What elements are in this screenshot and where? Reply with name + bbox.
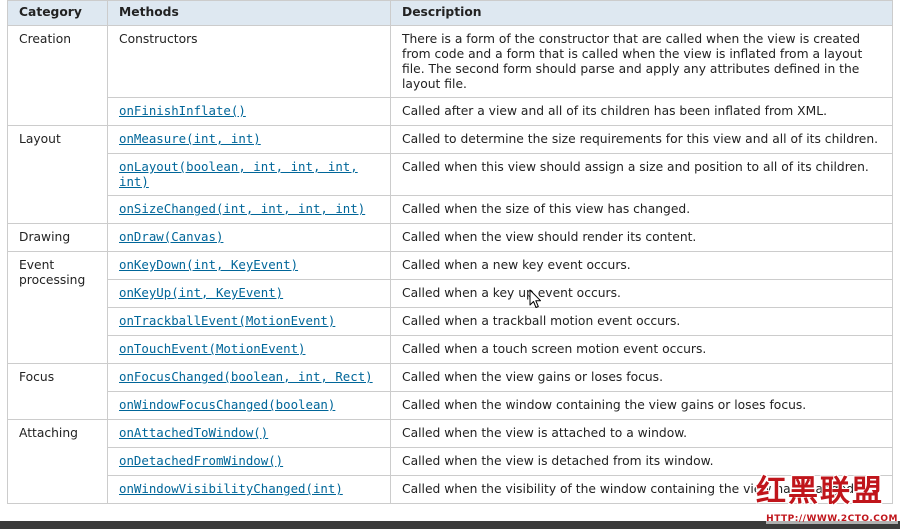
method-link[interactable]: onKeyDown(int, KeyEvent) <box>119 257 298 272</box>
method-link[interactable]: onFocusChanged(boolean, int, Rect) <box>119 369 373 384</box>
method-cell: onFocusChanged(boolean, int, Rect) <box>107 363 391 392</box>
category-cell: Layout <box>7 125 108 224</box>
method-link[interactable]: onDetachedFromWindow() <box>119 453 283 468</box>
method-link[interactable]: onTrackballEvent(MotionEvent) <box>119 313 335 328</box>
method-cell: onWindowFocusChanged(boolean) <box>107 391 391 420</box>
category-cell: Attaching <box>7 419 108 504</box>
method-link[interactable]: onWindowFocusChanged(boolean) <box>119 397 335 412</box>
method-link[interactable]: onFinishInflate() <box>119 103 246 118</box>
description-cell: Called when the view is attached to a wi… <box>390 419 893 448</box>
method-cell: Constructors <box>107 25 391 98</box>
table-row: Event processing onKeyDown(int, KeyEvent)… <box>7 251 893 364</box>
description-cell: Called when the size of this view has ch… <box>390 195 893 224</box>
method-link[interactable]: onKeyUp(int, KeyEvent) <box>119 285 283 300</box>
method-link[interactable]: onSizeChanged(int, int, int, int) <box>119 201 365 216</box>
method-cell: onKeyDown(int, KeyEvent) <box>107 251 391 280</box>
table-row: Drawing onDraw(Canvas) Called when the vie… <box>7 223 893 252</box>
method-link[interactable]: onDraw(Canvas) <box>119 229 223 244</box>
table-header-row: Category Methods Description <box>7 0 893 26</box>
table-row: onLayout(boolean, int, int, int, int) Cal… <box>8 153 893 196</box>
table-row: Creation Constructors There is a form of t… <box>7 25 893 126</box>
method-link[interactable]: onTouchEvent(MotionEvent) <box>119 341 306 356</box>
method-cell: onDetachedFromWindow() <box>107 447 391 476</box>
description-cell: Called when a touch screen motion event … <box>390 335 893 364</box>
method-cell: onAttachedToWindow() <box>107 419 391 448</box>
watermark: 红黑联盟 HTTP://WWW.2CTO.COM <box>756 476 898 524</box>
table-row: onFinishInflate() Called after a view and… <box>8 97 893 126</box>
description-cell: Called when a new key event occurs. <box>390 251 893 280</box>
description-cell: Called when the view gains or loses focu… <box>390 363 893 392</box>
category-cell: Event processing <box>7 251 108 364</box>
table-row: onTrackballEvent(MotionEvent) Called when… <box>8 307 893 336</box>
table-row: onDetachedFromWindow() Called when the vi… <box>8 447 893 476</box>
method-cell: onFinishInflate() <box>107 97 391 126</box>
table-row: Attaching onAttachedToWindow() Called when… <box>7 419 893 504</box>
method-cell: onTrackballEvent(MotionEvent) <box>107 307 391 336</box>
description-cell: Called to determine the size requirement… <box>390 125 893 154</box>
method-cell: onMeasure(int, int) <box>107 125 391 154</box>
header-methods: Methods <box>107 0 391 26</box>
method-link[interactable]: onWindowVisibilityChanged(int) <box>119 481 343 496</box>
method-cell: onWindowVisibilityChanged(int) <box>107 475 391 504</box>
description-cell: Called after a view and all of its child… <box>390 97 893 126</box>
category-cell: Creation <box>7 25 108 126</box>
category-cell: Drawing <box>7 223 108 252</box>
mouse-pointer-icon <box>529 289 541 308</box>
view-methods-table: Category Methods Description Creation Con… <box>7 0 893 504</box>
category-cell: Focus <box>7 363 108 420</box>
document-content: Category Methods Description Creation Con… <box>7 0 893 504</box>
method-link[interactable]: onLayout(boolean, int, int, int, int) <box>119 159 358 189</box>
table-row: onWindowFocusChanged(boolean) Called when… <box>8 391 893 420</box>
description-cell: Called when a trackball motion event occ… <box>390 307 893 336</box>
header-category: Category <box>7 0 108 26</box>
table-row: Layout onMeasure(int, int) Called to deter… <box>7 125 893 224</box>
method-cell: onKeyUp(int, KeyEvent) <box>107 279 391 308</box>
method-cell: onLayout(boolean, int, int, int, int) <box>107 153 391 196</box>
description-cell: Called when the view is detached from it… <box>390 447 893 476</box>
table-body: Creation Constructors There is a form of t… <box>7 25 893 504</box>
method-link[interactable]: onAttachedToWindow() <box>119 425 268 440</box>
table-row: onSizeChanged(int, int, int, int) Called … <box>8 195 893 224</box>
header-description: Description <box>390 0 893 26</box>
table-row: Focus onFocusChanged(boolean, int, Rect) C… <box>7 363 893 420</box>
description-cell: Called when the view should render its c… <box>390 223 893 252</box>
table-row: onTouchEvent(MotionEvent) Called when a t… <box>8 335 893 364</box>
method-cell: onDraw(Canvas) <box>107 223 391 252</box>
method-cell: onSizeChanged(int, int, int, int) <box>107 195 391 224</box>
description-cell: Called when the window containing the vi… <box>390 391 893 420</box>
description-cell: Called when a key up event occurs. <box>390 279 893 308</box>
method-label: Constructors <box>119 32 198 46</box>
description-cell: There is a form of the constructor that … <box>390 25 893 98</box>
watermark-logo: 红黑联盟 <box>756 474 884 509</box>
watermark-url: HTTP://WWW.2CTO.COM <box>766 514 898 524</box>
description-cell: Called when this view should assign a si… <box>390 153 893 196</box>
table-row: onKeyUp(int, KeyEvent) Called when a key … <box>8 279 893 308</box>
method-cell: onTouchEvent(MotionEvent) <box>107 335 391 364</box>
method-link[interactable]: onMeasure(int, int) <box>119 131 261 146</box>
